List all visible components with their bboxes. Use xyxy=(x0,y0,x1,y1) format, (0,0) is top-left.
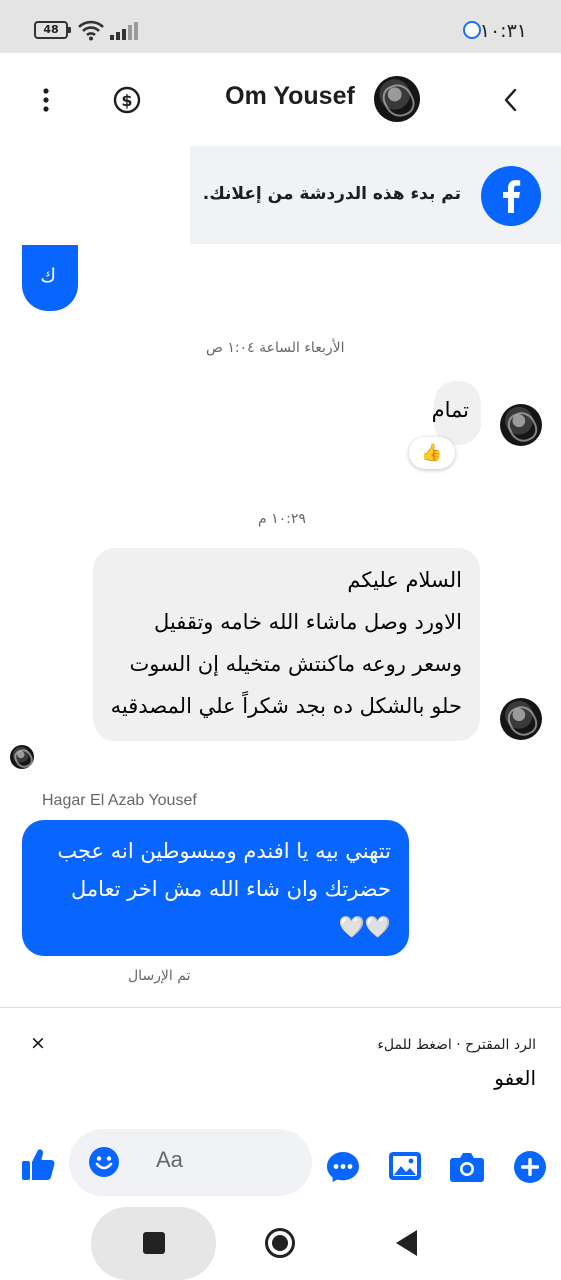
message-bubble-incoming[interactable]: السلام عليكم الاورد وصل ماشاء الله خامه … xyxy=(93,548,480,741)
reaction-badge[interactable]: 👍 xyxy=(409,437,455,469)
battery-level: 48 xyxy=(43,23,59,36)
facebook-logo-icon xyxy=(481,166,541,226)
seen-avatar xyxy=(10,745,34,769)
svg-text:$: $ xyxy=(121,91,132,110)
timestamp: الأربعاء الساعة ١:٠٤ ص xyxy=(206,340,345,356)
signal-icon xyxy=(110,22,138,40)
vpn-icon xyxy=(463,21,481,39)
timestamp: ١٠:٢٩ م xyxy=(258,511,306,527)
message-line: السلام عليكم xyxy=(347,568,462,592)
nav-home-icon[interactable] xyxy=(264,1227,296,1259)
emoji-icon[interactable] xyxy=(88,1146,120,1178)
plus-circle-icon[interactable] xyxy=(513,1150,547,1184)
message-text: تمام xyxy=(431,398,469,422)
sender-avatar[interactable] xyxy=(500,404,542,446)
more-vertical-icon[interactable] xyxy=(40,87,52,113)
contact-avatar[interactable] xyxy=(374,76,420,122)
message-placeholder: Aa xyxy=(156,1147,183,1172)
status-bar: 48 ١٠:٣١ xyxy=(0,0,561,53)
message-line: الاورد وصل ماشاء الله خامه وتقفيل xyxy=(153,610,462,634)
status-time: ١٠:٣١ xyxy=(479,20,527,42)
message-bubble-outgoing[interactable]: تتهني بيه يا افندم ومبسوطين انه عجب حضرت… xyxy=(22,820,409,956)
outgoing-sender-name: Hagar El Azab Yousef xyxy=(42,792,197,809)
chat-extensions-icon[interactable] xyxy=(326,1151,360,1183)
white-heart-icon: 🤍🤍 xyxy=(338,915,391,939)
suggested-reply[interactable]: العفو xyxy=(494,1066,536,1090)
message-text: ك xyxy=(40,265,56,287)
message-bubble-incoming[interactable]: تمام xyxy=(431,381,481,445)
ad-origin-text: تم بدء هذه الدردشة من إعلانك. xyxy=(202,184,461,204)
message-line: وسعر روعه ماكنتش متخيله إن السوت xyxy=(129,652,462,676)
chat-header: $ Om Yousef xyxy=(0,53,561,145)
ad-origin-banner: تم بدء هذه الدردشة من إعلانك. xyxy=(190,146,561,244)
wifi-icon xyxy=(78,20,104,41)
nav-back-icon[interactable] xyxy=(396,1230,418,1256)
sent-status: تم الإرسال xyxy=(128,968,191,984)
chevron-right-icon[interactable] xyxy=(503,88,519,112)
message-line: حلو بالشكل ده بجد شكراً علي المصدقيه xyxy=(110,694,462,718)
battery-icon: 48 xyxy=(34,21,71,39)
nav-recents-icon xyxy=(143,1232,165,1254)
dollar-circle-icon[interactable]: $ xyxy=(113,86,141,114)
sender-avatar[interactable] xyxy=(500,698,542,740)
thumbs-up-icon[interactable] xyxy=(20,1146,56,1182)
message-line: حضرتك وان شاء الله مش اخر تعامل xyxy=(70,877,391,901)
gallery-icon[interactable] xyxy=(388,1151,422,1181)
close-icon[interactable]: × xyxy=(30,1032,46,1054)
suggested-reply-hint: الرد المقترح · اضغط للملء xyxy=(377,1037,536,1053)
message-line: تتهني بيه يا افندم ومبسوطين انه عجب xyxy=(57,839,391,863)
message-bubble-outgoing-partial[interactable]: ك xyxy=(22,245,78,311)
thumbs-up-icon: 👍 xyxy=(421,443,443,463)
divider xyxy=(0,1007,561,1008)
contact-name[interactable]: Om Yousef xyxy=(200,82,380,111)
camera-icon[interactable] xyxy=(449,1151,485,1183)
